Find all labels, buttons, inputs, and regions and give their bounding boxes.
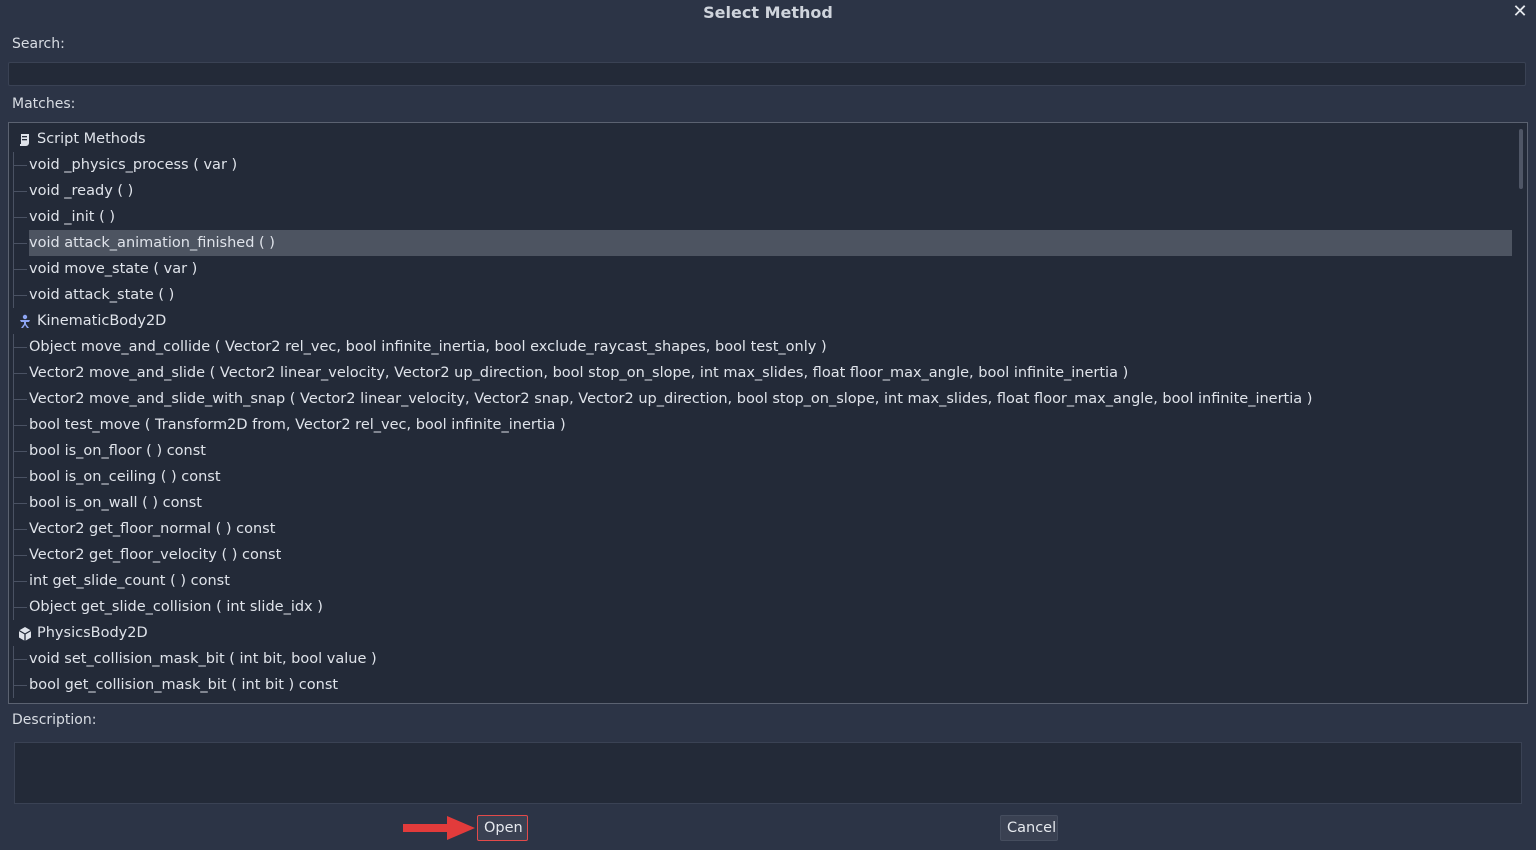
- script-icon: [17, 131, 33, 147]
- tree-guide-line: [13, 516, 14, 542]
- tree-guide-line: [13, 594, 14, 620]
- tree-guide-line: [13, 490, 14, 516]
- tree-category-label: PhysicsBody2D: [37, 625, 148, 641]
- tree-guide-line: [13, 152, 14, 178]
- tree-category-label: Script Methods: [37, 131, 146, 147]
- tree-guide-line: [13, 334, 14, 360]
- tree-guide-line: [13, 464, 14, 490]
- tree-guide-line: [13, 373, 27, 374]
- tree-guide-line: [13, 178, 14, 204]
- open-button[interactable]: Open: [477, 815, 528, 841]
- tree-item[interactable]: bool is_on_ceiling ( ) const: [29, 464, 221, 490]
- tree-guide-line: [13, 217, 27, 218]
- kinematic-body-icon: [17, 313, 33, 329]
- tree-item[interactable]: void attack_state ( ): [29, 282, 174, 308]
- tree-guide-line: [13, 347, 27, 348]
- tree-item[interactable]: Vector2 move_and_slide ( Vector2 linear_…: [29, 360, 1128, 386]
- tree-category[interactable]: PhysicsBody2D: [17, 620, 148, 646]
- tree-item[interactable]: void _ready ( ): [29, 178, 133, 204]
- tree-guide-line: [13, 672, 14, 698]
- matches-tree[interactable]: Script Methods void _physics_process ( va…: [8, 122, 1528, 704]
- tree-category[interactable]: Script Methods: [17, 126, 146, 152]
- tree-guide-line: [13, 269, 27, 270]
- close-icon[interactable]: ✕: [1510, 2, 1530, 22]
- tree-item[interactable]: Vector2 get_floor_velocity ( ) const: [29, 542, 281, 568]
- tree-guide-line: [13, 243, 27, 244]
- tree-guide-line: [13, 568, 14, 594]
- dialog-title: Select Method: [703, 3, 833, 22]
- tree-item[interactable]: Object move_and_collide ( Vector2 rel_ve…: [29, 334, 827, 360]
- tree-guide-line: [13, 191, 27, 192]
- tree-guide-line: [13, 477, 27, 478]
- tree-item[interactable]: int get_slide_count ( ) const: [29, 568, 230, 594]
- tree-guide-line: [13, 425, 27, 426]
- tree-category[interactable]: KinematicBody2D: [17, 308, 166, 334]
- description-box: [14, 742, 1522, 804]
- tree-guide-line: [13, 399, 27, 400]
- tree-item[interactable]: Vector2 get_floor_normal ( ) const: [29, 516, 275, 542]
- tree-guide-line: [13, 542, 14, 568]
- matches-label: Matches:: [12, 96, 76, 112]
- annotation-arrow-icon: [403, 816, 475, 840]
- tree-guide-line: [13, 555, 27, 556]
- tree-category-label: KinematicBody2D: [37, 313, 167, 329]
- tree-guide-line: [13, 581, 27, 582]
- tree-item[interactable]: void move_state ( var ): [29, 256, 197, 282]
- tree-guide-line: [13, 659, 27, 660]
- tree-item[interactable]: void _init ( ): [29, 204, 115, 230]
- tree-guide-line: [13, 451, 27, 452]
- search-input[interactable]: [8, 62, 1526, 86]
- tree-guide-line: [13, 438, 14, 464]
- description-label: Description:: [12, 712, 97, 728]
- tree-item[interactable]: bool test_move ( Transform2D from, Vecto…: [29, 412, 566, 438]
- tree-guide-line: [13, 295, 27, 296]
- tree-guide-line: [13, 386, 14, 412]
- cancel-button[interactable]: Cancel: [1000, 815, 1058, 841]
- tree-item[interactable]: void set_collision_mask_bit ( int bit, b…: [29, 646, 377, 672]
- tree-item[interactable]: void _physics_process ( var ): [29, 152, 237, 178]
- tree-guide-line: [13, 360, 14, 386]
- tree-item[interactable]: bool is_on_floor ( ) const: [29, 438, 206, 464]
- search-label: Search:: [12, 36, 65, 52]
- tree-guide-line: [13, 282, 14, 308]
- tree-guide-line: [13, 204, 14, 230]
- physics-body-icon: [17, 625, 33, 641]
- tree-item[interactable]: Vector2 move_and_slide_with_snap ( Vecto…: [29, 386, 1312, 412]
- tree-item-selected[interactable]: void attack_animation_finished ( ): [29, 230, 1512, 256]
- tree-guide-line: [13, 529, 27, 530]
- tree-guide-line: [13, 646, 14, 672]
- tree-guide-line: [13, 412, 14, 438]
- tree-guide-line: [13, 256, 14, 282]
- tree-guide-line: [13, 685, 27, 686]
- tree-guide-line: [13, 503, 27, 504]
- tree-item[interactable]: bool get_collision_mask_bit ( int bit ) …: [29, 672, 338, 698]
- tree-item[interactable]: bool is_on_wall ( ) const: [29, 490, 202, 516]
- tree-guide-line: [13, 230, 14, 256]
- tree-item[interactable]: Object get_slide_collision ( int slide_i…: [29, 594, 323, 620]
- tree-guide-line: [13, 165, 27, 166]
- tree-scrollbar[interactable]: [1519, 129, 1523, 189]
- tree-guide-line: [13, 607, 27, 608]
